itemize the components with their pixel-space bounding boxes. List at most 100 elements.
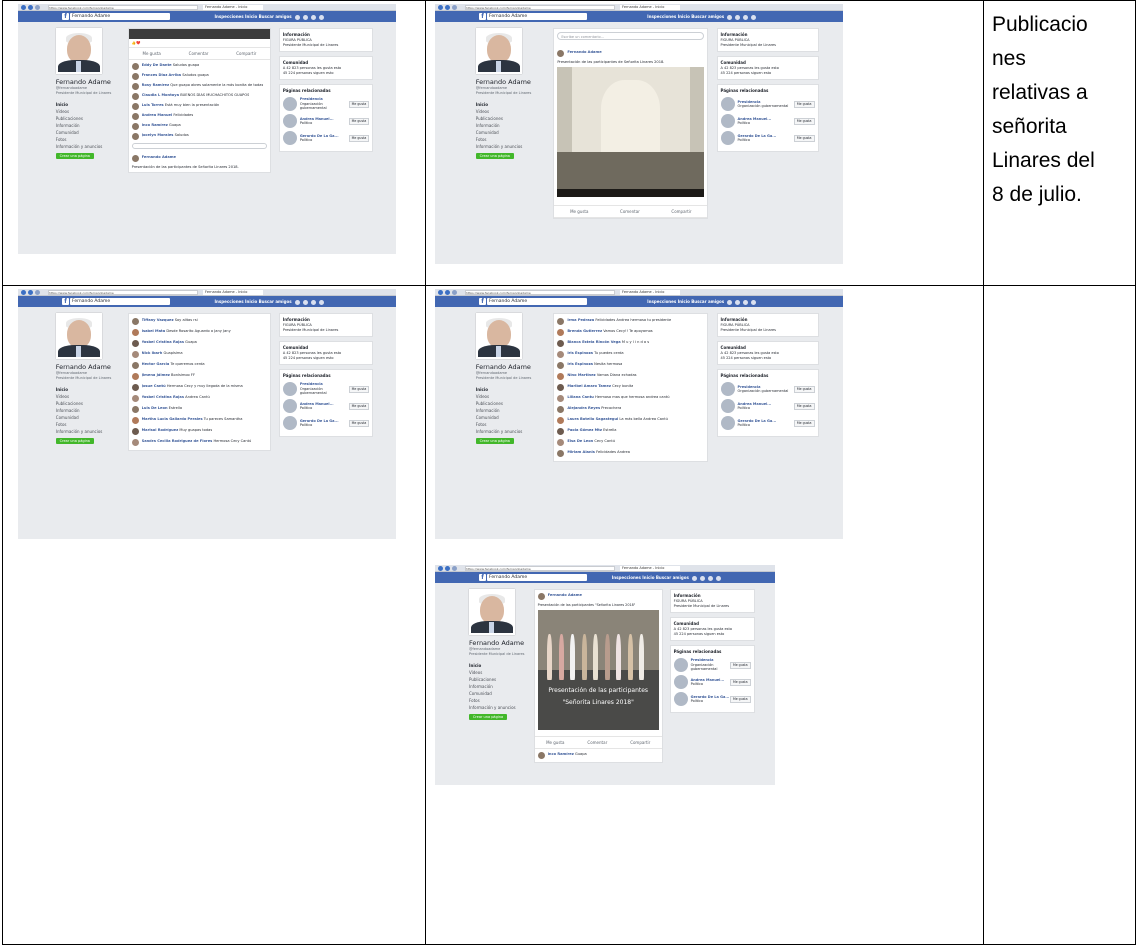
author-avatar[interactable]	[557, 50, 565, 57]
commenter-name[interactable]: Blanca Estela Rincón Vega	[567, 340, 620, 344]
commenter-avatar[interactable]	[131, 373, 139, 380]
browser-tab[interactable]: Fernando Adame - Inicio	[203, 5, 263, 10]
search-input[interactable]: Fernando Adame	[70, 298, 170, 305]
facebook-logo-icon[interactable]: f	[62, 298, 69, 305]
sidebar-item[interactable]: Inicio	[476, 101, 538, 108]
commenter-name[interactable]: Isabel Mata	[142, 329, 166, 333]
sidebar-item[interactable]: Fotos	[476, 421, 538, 428]
commenter-name[interactable]: Frances Diaz Arriba	[142, 73, 181, 77]
related-page-avatar[interactable]	[720, 97, 735, 111]
post-video[interactable]	[557, 67, 705, 197]
commenter-name[interactable]: Elsa De Leon	[567, 439, 593, 443]
search-input[interactable]: Fernando Adame	[487, 298, 587, 305]
commenter-avatar[interactable]	[131, 123, 139, 130]
commenter-avatar[interactable]	[557, 428, 565, 435]
header-nav-links[interactable]: Inspecciones Inicio Buscar amigos	[612, 575, 689, 580]
commenter-name[interactable]: Yosbel Cristina Rojas	[142, 340, 184, 344]
commenter-name[interactable]: Yosbel Cristina Rojas	[142, 395, 184, 399]
facebook-logo-icon[interactable]: f	[479, 574, 486, 581]
sidebar-item[interactable]: Inicio	[476, 386, 538, 393]
commenter-name[interactable]: Claudia L Montoya	[142, 93, 179, 97]
related-page-avatar[interactable]	[673, 675, 688, 689]
browser-tab[interactable]: Fernando Adame - Inicio	[620, 5, 680, 10]
browser-nav-icon[interactable]	[445, 5, 450, 10]
sidebar-item[interactable]: Videos	[476, 393, 538, 400]
like-page-button[interactable]: Me gusta	[348, 134, 370, 142]
sidebar-item[interactable]: Videos	[476, 108, 538, 115]
create-page-button[interactable]: Crear una página	[55, 153, 94, 159]
like-page-button[interactable]: Me gusta	[793, 402, 815, 410]
sidebar-item[interactable]: Fotos	[56, 136, 118, 143]
related-page-avatar[interactable]	[720, 114, 735, 128]
sidebar-item[interactable]: Inicio	[469, 662, 531, 669]
commenter-name[interactable]: Josue Cantú	[142, 384, 166, 388]
messages-icon[interactable]	[302, 14, 308, 20]
commenter-name[interactable]: Miriam Alanis	[567, 450, 595, 454]
commenter-avatar[interactable]	[131, 103, 139, 110]
header-nav-links[interactable]: Inspecciones Inicio Buscar amigos	[647, 14, 724, 19]
profile-avatar[interactable]	[55, 28, 102, 74]
sidebar-item[interactable]: Publicaciones	[56, 115, 118, 122]
post-action-button[interactable]: Comentar	[189, 51, 209, 56]
commenter-name[interactable]: Brenda Gutierrez	[567, 329, 602, 333]
messages-icon[interactable]	[735, 299, 741, 305]
sidebar-item[interactable]: Fotos	[469, 697, 531, 704]
messages-icon[interactable]	[302, 299, 308, 305]
profile-avatar[interactable]	[55, 313, 102, 359]
commenter-name[interactable]: Alejandra Reyes	[567, 406, 600, 410]
help-icon[interactable]	[318, 14, 324, 20]
commenter-avatar[interactable]	[557, 417, 565, 424]
commenter-avatar[interactable]	[131, 73, 139, 80]
commenter-name[interactable]: Luis Torres	[142, 103, 164, 107]
browser-nav-icon[interactable]	[21, 5, 26, 10]
related-page-avatar[interactable]	[720, 131, 735, 145]
browser-nav-icon[interactable]	[438, 566, 443, 571]
browser-nav-icon[interactable]	[445, 566, 450, 571]
post-action-button[interactable]: Compartir	[671, 209, 691, 214]
commenter-name[interactable]: Inco Ramírez	[548, 752, 574, 756]
sidebar-item[interactable]: Comunidad	[476, 414, 538, 421]
commenter-name[interactable]: Jocelyn Morales	[142, 133, 174, 137]
related-page-avatar[interactable]	[282, 399, 297, 413]
commenter-avatar[interactable]	[131, 417, 139, 424]
commenter-avatar[interactable]	[131, 439, 139, 446]
commenter-name[interactable]: Marisol Rodríguez	[142, 428, 179, 432]
profile-avatar[interactable]	[469, 589, 515, 635]
sidebar-item[interactable]: Publicaciones	[476, 115, 538, 122]
sidebar-item[interactable]: Información y anuncios	[56, 428, 118, 435]
create-page-button[interactable]: Crear una página	[55, 438, 94, 444]
commenter-avatar[interactable]	[131, 384, 139, 391]
commenter-name[interactable]: Jimena Jáimez	[142, 373, 170, 377]
sidebar-item[interactable]: Inicio	[56, 386, 118, 393]
post-action-button[interactable]: Comentar	[587, 740, 607, 745]
sidebar-item[interactable]: Inicio	[56, 101, 118, 108]
address-bar[interactable]: https://www.facebook.com/fernandoadame	[48, 5, 198, 10]
like-page-button[interactable]: Me gusta	[793, 419, 815, 427]
create-page-button[interactable]: Crear una página	[475, 438, 514, 444]
profile-avatar[interactable]	[475, 28, 522, 74]
create-page-button[interactable]: Crear una página	[475, 153, 514, 159]
sidebar-item[interactable]: Videos	[469, 669, 531, 676]
header-nav-links[interactable]: Inspecciones Inicio Buscar amigos	[215, 299, 292, 304]
browser-nav-icon[interactable]	[452, 5, 457, 10]
post-action-button[interactable]: Me gusta	[546, 740, 564, 745]
commenter-avatar[interactable]	[131, 113, 139, 120]
related-page-avatar[interactable]	[282, 382, 297, 396]
commenter-avatar[interactable]	[131, 340, 139, 347]
like-page-button[interactable]: Me gusta	[729, 695, 751, 703]
commenter-avatar[interactable]	[557, 406, 565, 413]
messages-icon[interactable]	[699, 575, 705, 581]
like-page-button[interactable]: Me gusta	[793, 385, 815, 393]
commenter-avatar[interactable]	[131, 318, 139, 325]
help-icon[interactable]	[751, 14, 757, 20]
commenter-avatar[interactable]	[557, 318, 565, 325]
commenter-avatar[interactable]	[131, 406, 139, 413]
commenter-avatar[interactable]	[557, 329, 565, 336]
address-bar[interactable]: https://www.facebook.com/fernandoadame	[465, 566, 615, 571]
sidebar-item[interactable]: Publicaciones	[476, 400, 538, 407]
sidebar-item[interactable]: Comunidad	[469, 690, 531, 697]
browser-nav-icon[interactable]	[21, 290, 26, 295]
commenter-avatar[interactable]	[131, 83, 139, 90]
notifications-icon[interactable]	[743, 299, 749, 305]
commenter-avatar[interactable]	[557, 450, 565, 457]
